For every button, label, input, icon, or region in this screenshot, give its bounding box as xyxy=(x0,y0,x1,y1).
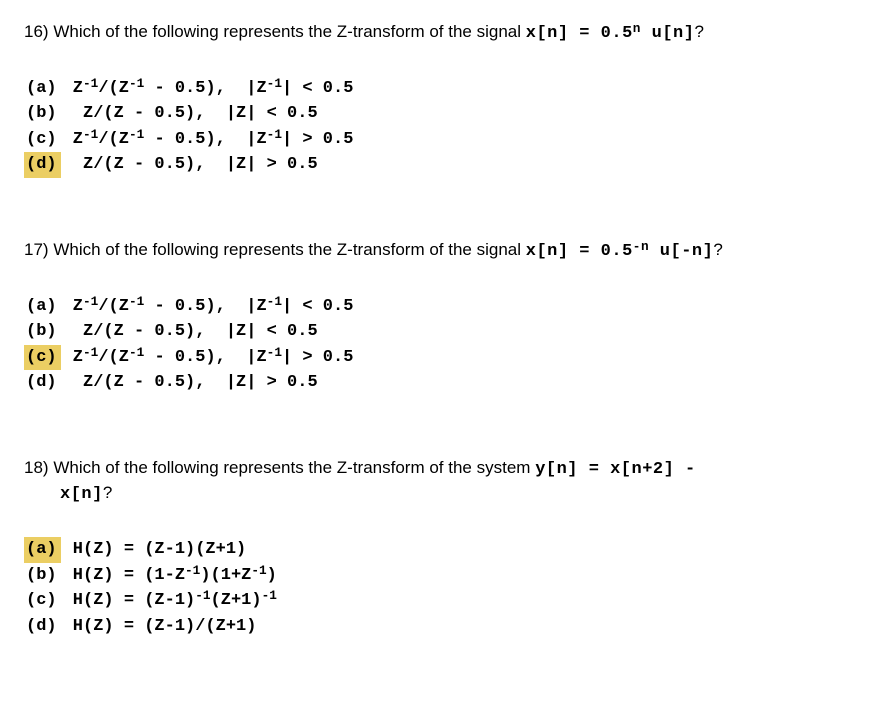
q16-prompt-sup: n xyxy=(633,21,641,36)
q16-prompt-mono2: u[n] xyxy=(641,24,695,43)
q16-opt-a-label: (a) xyxy=(24,76,61,102)
q18-prompt-pre: Which of the following represents the Z-… xyxy=(53,458,535,477)
q18-prompt-mono-line2: x[n] xyxy=(24,485,103,504)
q17-prompt-post: ? xyxy=(713,240,722,259)
q16-prompt-pre: Which of the following represents the Z-… xyxy=(53,22,525,41)
q16-opt-b: (b) Z/(Z - 0.5), |Z| < 0.5 xyxy=(24,101,872,127)
q17-opt-b: (b) Z/(Z - 0.5), |Z| < 0.5 xyxy=(24,319,872,345)
q16-opt-a-text: Z-1/(Z-1 - 0.5), |Z-1| < 0.5 xyxy=(63,76,354,102)
q18-opt-d-text: H(Z) = (Z-1)/(Z+1) xyxy=(63,614,257,640)
q17-prompt-mono: x[n] = 0.5 xyxy=(526,242,633,261)
q17-number: 17) xyxy=(24,240,49,259)
q17-options: (a) Z-1/(Z-1 - 0.5), |Z-1| < 0.5 (b) Z/(… xyxy=(24,294,872,396)
q18-opt-d: (d) H(Z) = (Z-1)/(Z+1) xyxy=(24,614,872,640)
q17-opt-c: (c) Z-1/(Z-1 - 0.5), |Z-1| > 0.5 xyxy=(24,345,872,371)
q16-opt-c: (c) Z-1/(Z-1 - 0.5), |Z-1| > 0.5 xyxy=(24,127,872,153)
q18-opt-d-label: (d) xyxy=(24,614,61,640)
q17-opt-d-text: Z/(Z - 0.5), |Z| > 0.5 xyxy=(63,370,318,396)
q16-number: 16) xyxy=(24,22,49,41)
q16-opt-d-text: Z/(Z - 0.5), |Z| > 0.5 xyxy=(63,152,318,178)
q18-opt-b-text: H(Z) = (1-Z-1)(1+Z-1) xyxy=(63,563,277,589)
q18-opt-b: (b) H(Z) = (1-Z-1)(1+Z-1) xyxy=(24,563,872,589)
q16-opt-b-label: (b) xyxy=(24,101,61,127)
q18-options: (a) H(Z) = (Z-1)(Z+1) (b) H(Z) = (1-Z-1)… xyxy=(24,537,872,639)
q16-prompt: 16) Which of the following represents th… xyxy=(24,20,872,46)
q18-opt-a-label: (a) xyxy=(24,537,61,563)
q17-opt-c-label: (c) xyxy=(24,345,61,371)
q18-opt-a: (a) H(Z) = (Z-1)(Z+1) xyxy=(24,537,872,563)
q16-opt-c-text: Z-1/(Z-1 - 0.5), |Z-1| > 0.5 xyxy=(63,127,354,153)
q17-opt-a-label: (a) xyxy=(24,294,61,320)
q18-opt-a-text: H(Z) = (Z-1)(Z+1) xyxy=(63,537,247,563)
q16-opt-b-text: Z/(Z - 0.5), |Z| < 0.5 xyxy=(63,101,318,127)
q18-opt-b-label: (b) xyxy=(24,563,61,589)
q17-opt-a-text: Z-1/(Z-1 - 0.5), |Z-1| < 0.5 xyxy=(63,294,354,320)
q17-opt-d: (d) Z/(Z - 0.5), |Z| > 0.5 xyxy=(24,370,872,396)
q18-opt-c-text: H(Z) = (Z-1)-1(Z+1)-1 xyxy=(63,588,277,614)
q18-prompt-post: ? xyxy=(103,483,112,502)
question-16: 16) Which of the following represents th… xyxy=(24,20,872,178)
q16-opt-c-label: (c) xyxy=(24,127,61,153)
question-18: 18) Which of the following represents th… xyxy=(24,456,872,640)
q17-opt-b-label: (b) xyxy=(24,319,61,345)
q18-opt-c: (c) H(Z) = (Z-1)-1(Z+1)-1 xyxy=(24,588,872,614)
q18-opt-c-label: (c) xyxy=(24,588,61,614)
q16-opt-d: (d) Z/(Z - 0.5), |Z| > 0.5 xyxy=(24,152,872,178)
question-17: 17) Which of the following represents th… xyxy=(24,238,872,396)
q17-prompt-sup: -n xyxy=(633,239,649,254)
q17-prompt-pre: Which of the following represents the Z-… xyxy=(53,240,525,259)
q17-prompt-mono2: u[-n] xyxy=(649,242,713,261)
q16-options: (a) Z-1/(Z-1 - 0.5), |Z-1| < 0.5 (b) Z/(… xyxy=(24,76,872,178)
q17-opt-a: (a) Z-1/(Z-1 - 0.5), |Z-1| < 0.5 xyxy=(24,294,872,320)
q18-prompt-mono: y[n] = x[n+2] - xyxy=(535,460,696,479)
q18-number: 18) xyxy=(24,458,49,477)
q17-opt-d-label: (d) xyxy=(24,370,61,396)
q16-prompt-mono: x[n] = 0.5 xyxy=(526,24,633,43)
q16-opt-a: (a) Z-1/(Z-1 - 0.5), |Z-1| < 0.5 xyxy=(24,76,872,102)
q16-prompt-post: ? xyxy=(694,22,703,41)
q17-opt-c-text: Z-1/(Z-1 - 0.5), |Z-1| > 0.5 xyxy=(63,345,354,371)
q18-prompt: 18) Which of the following represents th… xyxy=(24,456,872,508)
q17-opt-b-text: Z/(Z - 0.5), |Z| < 0.5 xyxy=(63,319,318,345)
q16-opt-d-label: (d) xyxy=(24,152,61,178)
q17-prompt: 17) Which of the following represents th… xyxy=(24,238,872,264)
